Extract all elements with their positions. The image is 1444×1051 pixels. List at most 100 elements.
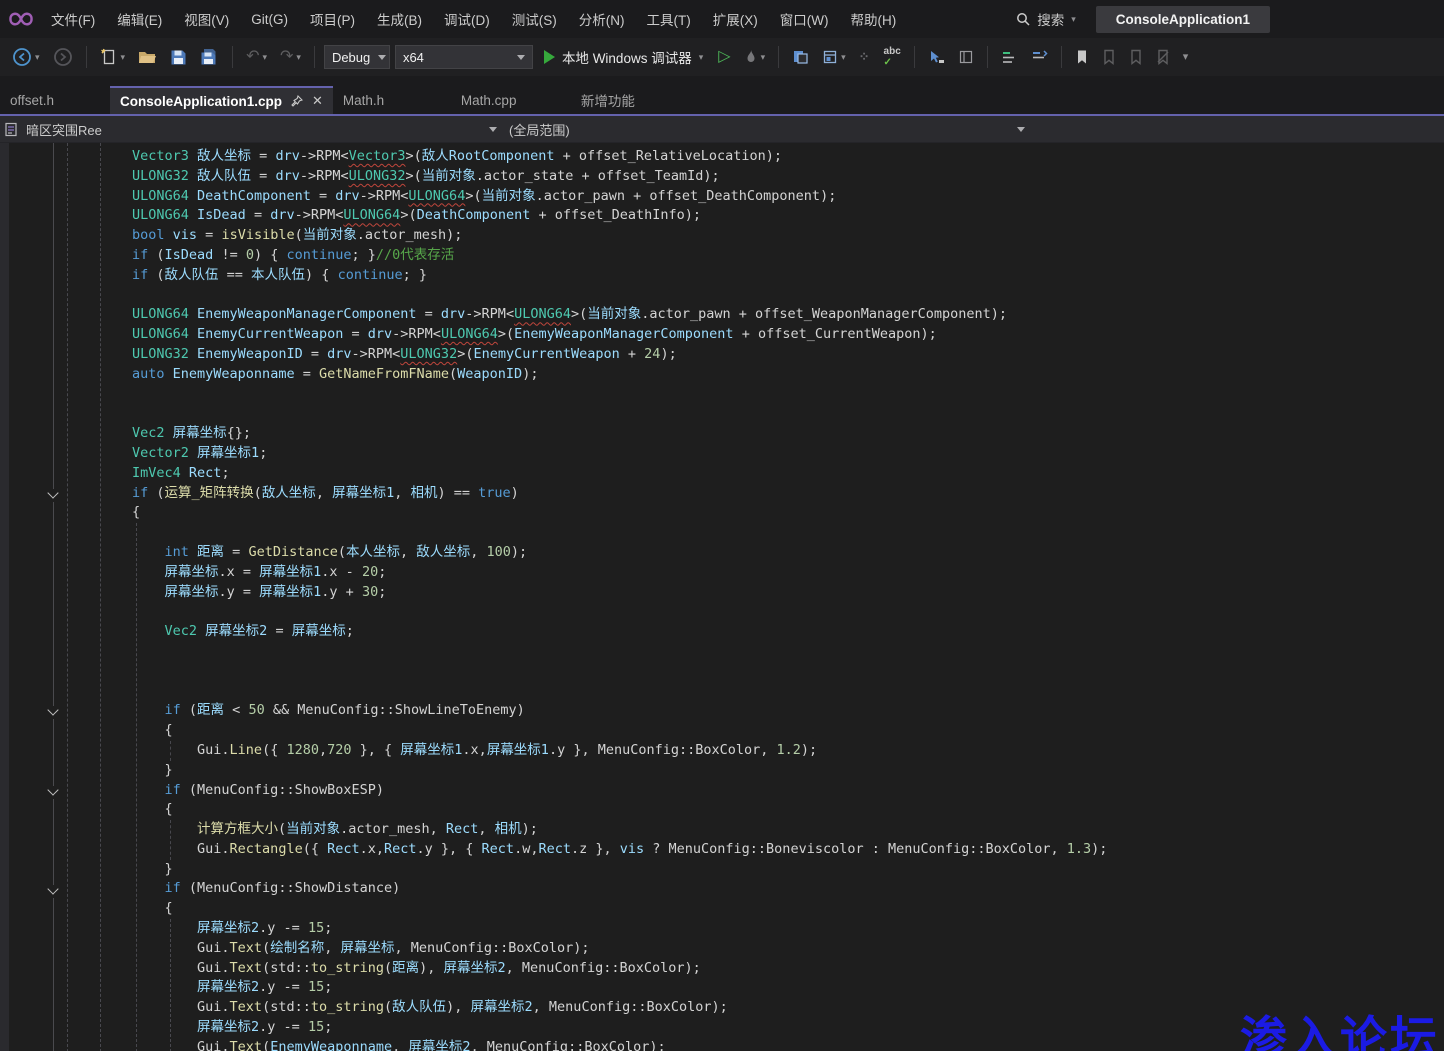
tab-Math.cpp[interactable]: Math.cpp <box>451 86 571 114</box>
menu-item-build[interactable]: 生成(B) <box>366 4 433 34</box>
tab-ConsoleApplication1.cpp[interactable]: ConsoleApplication1.cpp✕ <box>110 86 333 114</box>
scope-dropdown[interactable]: 暗区突围Ree <box>0 116 505 142</box>
open-file-button[interactable] <box>134 46 161 68</box>
code-token: , <box>470 544 486 560</box>
code-token: 当前对象 <box>303 227 357 243</box>
start-debugging-button[interactable]: 本地 Windows 调试器 ▾ <box>538 44 709 70</box>
toggle-bookmark-button[interactable] <box>1071 46 1093 68</box>
solution-name-button[interactable]: ConsoleApplication1 <box>1096 6 1270 33</box>
new-project-button[interactable]: ▾ <box>96 45 130 69</box>
clear-bookmarks-button[interactable] <box>1152 46 1174 68</box>
menu-item-test[interactable]: 测试(S) <box>501 4 568 34</box>
comment-selection-button[interactable] <box>997 47 1022 68</box>
menu-item-tools[interactable]: 工具(T) <box>636 4 702 34</box>
menu-item-project[interactable]: 项目(P) <box>299 4 366 34</box>
collapse-chevron-icon[interactable] <box>46 786 60 799</box>
code-token: , <box>319 742 327 758</box>
code-token: >( <box>406 148 422 164</box>
pin-icon[interactable] <box>291 95 303 107</box>
code-token: 100 <box>487 544 511 560</box>
code-line: ULONG64 EnemyWeaponManagerComponent = dr… <box>132 305 1444 325</box>
overflow-caret-icon: ▾ <box>1183 52 1189 63</box>
tab-新增功能[interactable]: 新增功能 <box>571 86 699 114</box>
code-token: ); <box>1091 841 1107 857</box>
code-line: ULONG64 EnemyCurrentWeapon = drv->RPM<UL… <box>132 325 1444 345</box>
code-token: Rect <box>538 841 571 857</box>
code-line: if (MenuConfig::ShowBoxESP) <box>132 781 1444 801</box>
close-icon[interactable]: ✕ <box>312 93 323 109</box>
toolbar-separator <box>86 46 87 68</box>
menu-item-file[interactable]: 文件(F) <box>40 4 106 34</box>
find-in-files-button[interactable] <box>788 46 813 68</box>
menu-item-extensions[interactable]: 扩展(X) <box>702 4 769 34</box>
save-button[interactable] <box>166 46 191 69</box>
code-token: + offset_DeathInfo); <box>530 207 701 223</box>
collapse-chevron-icon[interactable] <box>46 885 60 898</box>
solution-configuration-select[interactable]: Debug <box>324 45 390 69</box>
next-bookmark-button[interactable] <box>1125 46 1147 68</box>
new-file-icon <box>100 48 118 66</box>
code-token: bool <box>132 227 165 243</box>
save-all-button[interactable] <box>196 45 223 69</box>
navigate-backward-button[interactable]: ▾ <box>8 44 44 70</box>
code-token: EnemyCurrentWeapon <box>473 346 619 362</box>
search-box[interactable]: 搜索 ▾ <box>1006 5 1086 33</box>
code-token: 屏幕坐标2 <box>444 960 506 976</box>
bookmark-next-icon <box>1129 49 1143 65</box>
code-token <box>165 366 173 382</box>
code-token: ) == <box>437 485 478 501</box>
code-token: EnemyCurrentWeapon <box>197 326 343 342</box>
code-token: ULONG64 <box>343 207 400 223</box>
spell-check-button[interactable]: abc✓ <box>880 43 905 71</box>
code-line: Gui.Line({ 1280,720 }, { 屏幕坐标1.x,屏幕坐标1.y… <box>132 741 1444 761</box>
code-line: 计算方框大小(当前对象.actor_mesh, Rect, 相机); <box>132 820 1444 840</box>
code-token <box>197 623 205 639</box>
hot-reload-button[interactable]: ▾ <box>740 46 770 69</box>
code-token: drv <box>270 207 294 223</box>
redo-button[interactable]: ↷ ▾ <box>276 46 305 68</box>
undo-button[interactable]: ↶ ▾ <box>242 46 271 68</box>
menu-item-analyze[interactable]: 分析(N) <box>568 4 636 34</box>
collapse-chevron-icon[interactable] <box>46 706 60 719</box>
member-dropdown[interactable]: (全局范围) <box>505 116 1033 142</box>
code-token: GetNameFromFName <box>319 366 449 382</box>
document-outline-button[interactable]: ▾ <box>818 46 850 68</box>
code-line: Vec2 屏幕坐标2 = 屏幕坐标; <box>132 622 1444 642</box>
menu-item-edit[interactable]: 编辑(E) <box>106 4 173 34</box>
code-text-area[interactable]: Vector3 敌人坐标 = drv->RPM<Vector3>(敌人RootC… <box>0 143 1444 1051</box>
menu-item-window[interactable]: 窗口(W) <box>769 4 840 34</box>
line-structure-button[interactable] <box>954 46 978 68</box>
uncomment-selection-button[interactable] <box>1027 47 1052 68</box>
tab-offset.h[interactable]: offset.h <box>0 86 110 114</box>
start-without-debugging-button[interactable]: ▷ <box>714 46 734 68</box>
code-token: ULONG64 <box>132 326 189 342</box>
menu-item-view[interactable]: 视图(V) <box>173 4 240 34</box>
code-token: Gui. <box>132 999 230 1015</box>
code-token: 敌人队伍 <box>165 267 219 283</box>
tab-Math.h[interactable]: Math.h <box>333 86 451 114</box>
start-debugging-label: 本地 Windows 调试器 <box>562 47 692 67</box>
code-token: 屏幕坐标 <box>292 623 346 639</box>
menu-item-git[interactable]: Git(G) <box>240 7 299 32</box>
code-token: = <box>311 188 335 204</box>
code-token: + <box>620 346 644 362</box>
navigate-forward-button[interactable] <box>49 44 77 70</box>
code-token: 屏幕坐标1 <box>259 564 321 580</box>
code-token: ( <box>384 999 392 1015</box>
collapse-chevron-icon[interactable] <box>46 489 60 502</box>
code-token: ); <box>801 742 817 758</box>
toolbar-overflow-button[interactable]: ▾ <box>1179 49 1193 66</box>
code-token: ; <box>378 584 386 600</box>
previous-bookmark-button[interactable] <box>1098 46 1120 68</box>
solution-platform-select[interactable]: x64 <box>395 45 533 69</box>
menu-item-help[interactable]: 帮助(H) <box>839 4 907 34</box>
code-token: >( <box>465 188 481 204</box>
menu-item-debug[interactable]: 调试(D) <box>433 4 501 34</box>
code-token: 敌人坐标 <box>416 544 470 560</box>
code-token <box>132 880 165 896</box>
code-line: if (敌人队伍 == 本人队伍) { continue; } <box>132 266 1444 286</box>
navigate-to-button[interactable] <box>924 46 949 68</box>
show-whitespace-button[interactable]: ⁘ <box>855 46 875 68</box>
code-editor[interactable]: Vector3 敌人坐标 = drv->RPM<Vector3>(敌人RootC… <box>0 143 1444 1051</box>
code-token: }, { <box>352 742 401 758</box>
